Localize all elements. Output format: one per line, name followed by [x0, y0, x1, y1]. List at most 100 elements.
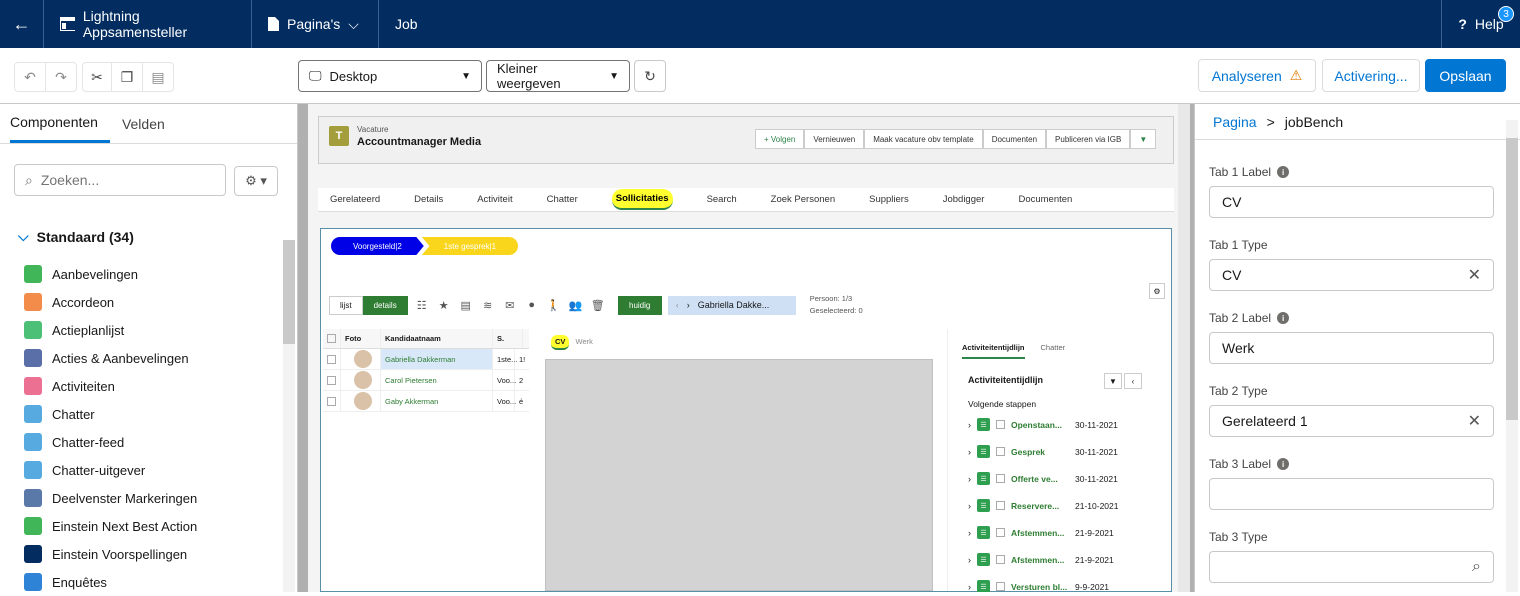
- field-input[interactable]: ⌕: [1209, 551, 1494, 583]
- highlights-panel[interactable]: T Vacature Accountmanager Media + Volgen…: [318, 116, 1174, 164]
- paste-button[interactable]: ▤: [142, 62, 174, 92]
- table-row[interactable]: Gaby Akkerman Voo... é: [323, 391, 529, 412]
- path-step[interactable]: 1ste gesprek|1: [421, 237, 519, 255]
- row-checkbox[interactable]: [323, 370, 341, 390]
- redo-button[interactable]: ↷: [45, 62, 77, 92]
- device-select[interactable]: 🖵 Desktop ▼: [298, 60, 482, 92]
- component-item[interactable]: Acties & Aanbevelingen: [24, 344, 197, 372]
- row-checkbox[interactable]: [323, 349, 341, 369]
- record-tab[interactable]: Suppliers: [869, 194, 909, 205]
- field-input[interactable]: CV ✕: [1209, 259, 1494, 291]
- table-row[interactable]: Carol Pietersen Voo... 2: [323, 370, 529, 391]
- tab-components[interactable]: Componenten: [10, 104, 110, 143]
- tab-chatter[interactable]: Chatter: [1041, 343, 1066, 359]
- chevron-right-icon[interactable]: ›: [968, 420, 971, 430]
- cut-button[interactable]: ✂: [82, 62, 112, 92]
- task-checkbox[interactable]: [996, 555, 1005, 564]
- section-standard[interactable]: ⌵ Standaard (34): [18, 228, 134, 245]
- chevron-left-icon[interactable]: ‹: [676, 300, 679, 310]
- filter-icon[interactable]: ≋: [480, 297, 496, 313]
- task-name[interactable]: Openstaan...: [1011, 420, 1069, 430]
- record-tab[interactable]: Jobdigger: [943, 194, 985, 205]
- timeline-item[interactable]: › ☰ Afstemmen... 21-9-2021: [968, 519, 1168, 546]
- component-item[interactable]: Actieplanlijst: [24, 316, 197, 344]
- component-item[interactable]: Deelvenster Markeringen: [24, 484, 197, 512]
- star-icon[interactable]: ★: [436, 297, 452, 313]
- collapse-button[interactable]: ‹: [1124, 373, 1142, 389]
- component-item[interactable]: Activiteiten: [24, 372, 197, 400]
- chevron-right-icon[interactable]: ›: [968, 501, 971, 511]
- component-item[interactable]: Aanbevelingen: [24, 260, 197, 288]
- column-header[interactable]: S.: [493, 329, 523, 348]
- group-icon[interactable]: 👥: [568, 297, 584, 313]
- scrollbar-thumb[interactable]: [283, 240, 295, 344]
- follow-button[interactable]: + Volgen: [755, 129, 805, 149]
- refresh-button[interactable]: ↻: [634, 60, 666, 92]
- list-icon[interactable]: ▤: [458, 297, 474, 313]
- documents-button[interactable]: Documenten: [982, 129, 1047, 149]
- undo-button[interactable]: ↶: [14, 62, 46, 92]
- list-view-button[interactable]: lijst: [329, 295, 363, 315]
- info-icon[interactable]: i: [1277, 166, 1290, 178]
- field-input[interactable]: [1209, 478, 1494, 510]
- chevron-right-icon[interactable]: ›: [687, 300, 690, 310]
- component-item[interactable]: Chatter-feed: [24, 428, 197, 456]
- pages-menu[interactable]: Pagina's ⌵: [252, 0, 379, 48]
- record-tab[interactable]: Search: [707, 194, 737, 205]
- copy-button[interactable]: ❐: [111, 62, 143, 92]
- chevron-right-icon[interactable]: ›: [968, 528, 971, 538]
- table-row[interactable]: Gabriella Dakkerman 1ste... 1!: [323, 349, 529, 370]
- task-name[interactable]: Gesprek: [1011, 447, 1069, 457]
- task-checkbox[interactable]: [996, 420, 1005, 429]
- trash-icon[interactable]: 🗑: [590, 297, 606, 313]
- timeline-item[interactable]: › ☰ Afstemmen... 21-9-2021: [968, 546, 1168, 573]
- info-icon[interactable]: i: [1277, 458, 1290, 470]
- task-name[interactable]: Afstemmen...: [1011, 528, 1069, 538]
- help-button[interactable]: ? Help 3: [1442, 0, 1520, 48]
- timeline-item[interactable]: › ☰ Offerte ve... 30-11-2021: [968, 465, 1168, 492]
- task-checkbox[interactable]: [996, 447, 1005, 456]
- tab-werk[interactable]: Werk: [576, 337, 593, 346]
- canvas-scrollbar[interactable]: [1178, 104, 1190, 592]
- candidate-name[interactable]: Gabriella Dakkerman: [381, 349, 493, 369]
- candidate-name[interactable]: Carol Pietersen: [381, 370, 493, 390]
- select-all-checkbox[interactable]: [323, 329, 341, 348]
- chat-icon[interactable]: ●: [524, 297, 540, 313]
- record-tab[interactable]: Details: [414, 194, 443, 205]
- row-checkbox[interactable]: [323, 391, 341, 411]
- timeline-item[interactable]: › ☰ Gesprek 30-11-2021: [968, 438, 1168, 465]
- task-checkbox[interactable]: [996, 582, 1005, 591]
- column-header[interactable]: Kandidaatnaam: [381, 329, 493, 348]
- timeline-item[interactable]: › ☰ Versturen bl... 9-9-2021: [968, 573, 1168, 592]
- current-button[interactable]: huidig: [617, 295, 662, 315]
- task-name[interactable]: Afstemmen...: [1011, 555, 1069, 565]
- view-select[interactable]: Kleiner weergeven ▼: [486, 60, 630, 92]
- field-input[interactable]: CV: [1209, 186, 1494, 218]
- task-name[interactable]: Offerte ve...: [1011, 474, 1069, 484]
- gear-icon[interactable]: ⚙: [1149, 283, 1165, 299]
- component-item[interactable]: Einstein Voorspellingen: [24, 540, 197, 568]
- timeline-item[interactable]: › ☰ Openstaan... 30-11-2021: [968, 411, 1168, 438]
- path-step[interactable]: Voorgesteld|2: [331, 237, 424, 255]
- template-button[interactable]: Maak vacature obv template: [864, 129, 983, 149]
- task-checkbox[interactable]: [996, 474, 1005, 483]
- info-icon[interactable]: i: [1277, 312, 1290, 324]
- scrollbar[interactable]: [283, 240, 295, 592]
- chevron-right-icon[interactable]: ›: [968, 474, 971, 484]
- analyze-button[interactable]: Analyseren ⚠: [1198, 59, 1316, 92]
- filter-dropdown-button[interactable]: ▼: [1104, 373, 1122, 389]
- record-tab[interactable]: Sollicitaties: [611, 189, 673, 210]
- component-item[interactable]: Accordeon: [24, 288, 197, 316]
- chevron-right-icon[interactable]: ›: [968, 555, 971, 565]
- chevron-right-icon[interactable]: ›: [968, 447, 971, 457]
- tab-activity-timeline[interactable]: Activiteitentijdlijn: [962, 343, 1025, 359]
- clear-icon[interactable]: ✕: [1468, 411, 1481, 431]
- search-icon[interactable]: ⌕: [1472, 558, 1481, 576]
- activation-button[interactable]: Activering...: [1322, 59, 1420, 92]
- tab-fields[interactable]: Velden: [122, 104, 177, 143]
- save-button[interactable]: Opslaan: [1425, 59, 1506, 92]
- column-header[interactable]: Foto: [341, 329, 381, 348]
- component-item[interactable]: Einstein Next Best Action: [24, 512, 197, 540]
- checklist-icon[interactable]: ☷: [414, 297, 430, 313]
- breadcrumb-page[interactable]: Pagina: [1213, 114, 1257, 130]
